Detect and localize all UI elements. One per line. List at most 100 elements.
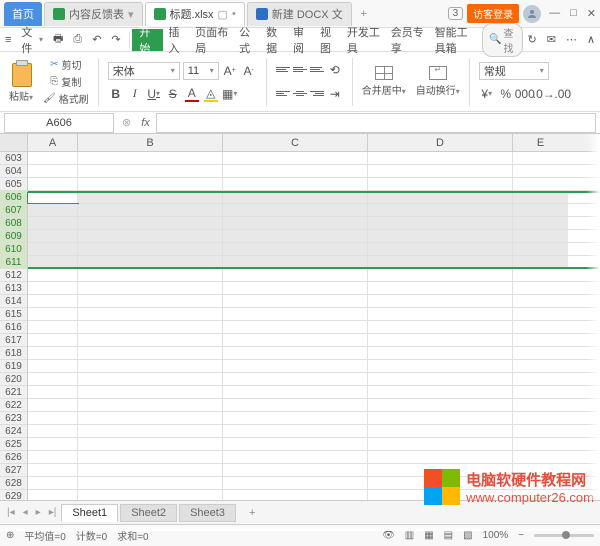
col-header-A[interactable]: A (28, 134, 78, 151)
doc-tab-docx[interactable]: 新建 DOCX 文 (247, 2, 352, 26)
view-pagebreak-icon[interactable]: ▧ (463, 530, 472, 541)
row-header[interactable]: 625 (0, 438, 27, 451)
currency-icon[interactable]: ¥▾ (479, 86, 495, 102)
grid-row[interactable] (28, 360, 600, 373)
share-icon[interactable]: ✉ (542, 29, 561, 51)
grid-row[interactable] (28, 295, 600, 308)
grid-row[interactable] (28, 386, 600, 399)
grid-row[interactable] (28, 347, 600, 360)
grid-row[interactable] (28, 178, 600, 191)
guest-login-button[interactable]: 访客登录 (467, 4, 519, 23)
col-header-E[interactable]: E (513, 134, 568, 151)
formula-input[interactable] (156, 113, 596, 133)
format-painter-button[interactable]: 🖌格式刷 (43, 91, 89, 106)
row-header[interactable]: 613 (0, 282, 27, 295)
grid-row[interactable] (28, 243, 600, 256)
comma-icon[interactable]: 000 (517, 86, 533, 102)
app-menu-button[interactable]: ≡ (0, 29, 16, 51)
grid-row[interactable] (28, 373, 600, 386)
add-sheet-button[interactable]: + (238, 504, 266, 522)
align-top-icon[interactable] (276, 63, 290, 77)
inc-decimal-icon[interactable]: .0→ (536, 86, 552, 102)
row-header[interactable]: 606 (0, 191, 27, 204)
fill-color-button[interactable]: ◬ (203, 86, 219, 102)
menu-insert[interactable]: 插入 (163, 29, 190, 51)
row-header[interactable]: 629 (0, 490, 27, 500)
italic-button[interactable]: I (127, 86, 143, 102)
menu-formula[interactable]: 公式 (234, 29, 261, 51)
sheet-tab-1[interactable]: Sheet1 (61, 504, 118, 522)
grid-row[interactable] (28, 308, 600, 321)
copy-button[interactable]: ⎘复制 (50, 74, 81, 89)
search-box[interactable]: 🔍查找 (482, 23, 523, 57)
menu-data[interactable]: 数据 (261, 29, 288, 51)
row-header[interactable]: 624 (0, 425, 27, 438)
row-header[interactable]: 614 (0, 295, 27, 308)
collapse-ribbon-icon[interactable]: ∧ (582, 29, 600, 51)
col-header-B[interactable]: B (78, 134, 223, 151)
bold-button[interactable]: B (108, 86, 124, 102)
grid-row[interactable] (28, 282, 600, 295)
tab-dropdown-icon[interactable]: ▢ (218, 8, 228, 21)
more-icon[interactable]: ⋯ (561, 29, 582, 51)
row-header[interactable]: 620 (0, 373, 27, 386)
row-header[interactable]: 605 (0, 178, 27, 191)
font-size-select[interactable]: 11▾ (183, 62, 219, 80)
grid-row[interactable] (28, 152, 600, 165)
underline-button[interactable]: U▾ (146, 86, 162, 102)
doc-tab-title-xlsx[interactable]: 标题.xlsx ▢ • (145, 2, 245, 26)
sheet-nav-next[interactable]: ▸ (33, 507, 44, 518)
qat-redo-icon[interactable]: ↷ (106, 29, 125, 51)
zoom-level[interactable]: 100% (483, 530, 509, 541)
decrease-font-icon[interactable]: A- (241, 63, 257, 79)
close-button[interactable]: ✕ (587, 7, 596, 20)
menu-dev-tools[interactable]: 开发工具 (342, 29, 386, 51)
menu-page-layout[interactable]: 页面布局 (190, 29, 234, 51)
border-button[interactable]: ▦▾ (222, 86, 238, 102)
row-header[interactable]: 628 (0, 477, 27, 490)
strike-button[interactable]: S (165, 86, 181, 102)
dec-decimal-icon[interactable]: .00 (555, 86, 571, 102)
home-tab[interactable]: 首页 (4, 2, 42, 26)
sheet-nav-prev[interactable]: ◂ (20, 507, 31, 518)
sheet-tab-2[interactable]: Sheet2 (120, 504, 177, 522)
number-format-select[interactable]: 常规▾ (479, 62, 549, 80)
font-family-select[interactable]: 宋体▾ (108, 62, 180, 80)
indent-icon[interactable]: ⇥ (327, 86, 343, 102)
align-left-icon[interactable] (276, 87, 290, 101)
qat-save-icon[interactable]: 🖶 (48, 29, 68, 51)
orientation-icon[interactable]: ⟲ (327, 62, 343, 78)
col-header-D[interactable]: D (368, 134, 513, 151)
name-box[interactable]: A606 (4, 113, 114, 133)
tab-dropdown-icon[interactable]: ▾ (128, 8, 134, 21)
sync-icon[interactable]: ↻ (523, 29, 542, 51)
row-header[interactable]: 622 (0, 399, 27, 412)
zoom-slider[interactable] (534, 534, 594, 537)
cut-button[interactable]: ✂剪切 (50, 57, 81, 72)
grid-row[interactable] (28, 412, 600, 425)
row-header[interactable]: 608 (0, 217, 27, 230)
view-dash-icon[interactable]: ▥ (405, 530, 414, 541)
row-header[interactable]: 616 (0, 321, 27, 334)
grid-row[interactable] (28, 191, 600, 204)
sheet-tab-3[interactable]: Sheet3 (179, 504, 236, 522)
menu-start[interactable]: 开始 (132, 29, 163, 51)
row-header[interactable]: 619 (0, 360, 27, 373)
cells-area[interactable] (28, 152, 600, 500)
notification-badge[interactable]: 3 (448, 7, 464, 20)
view-normal-icon[interactable]: ▦ (424, 530, 433, 541)
align-middle-icon[interactable] (293, 63, 307, 77)
doc-tab-feedback[interactable]: 内容反馈表 ▾ (44, 2, 143, 26)
wrap-button[interactable]: ↵ 自动换行▾ (413, 54, 463, 109)
grid-row[interactable] (28, 204, 600, 217)
menu-review[interactable]: 审阅 (288, 29, 315, 51)
row-header[interactable]: 615 (0, 308, 27, 321)
zoom-out-button[interactable]: − (518, 530, 524, 541)
grid-row[interactable] (28, 217, 600, 230)
menu-smart-tools[interactable]: 智能工具箱 (430, 29, 482, 51)
merge-button[interactable]: 合并居中▾ (359, 54, 409, 109)
grid-row[interactable] (28, 334, 600, 347)
row-header[interactable]: 626 (0, 451, 27, 464)
grid-row[interactable] (28, 425, 600, 438)
row-header[interactable]: 603 (0, 152, 27, 165)
